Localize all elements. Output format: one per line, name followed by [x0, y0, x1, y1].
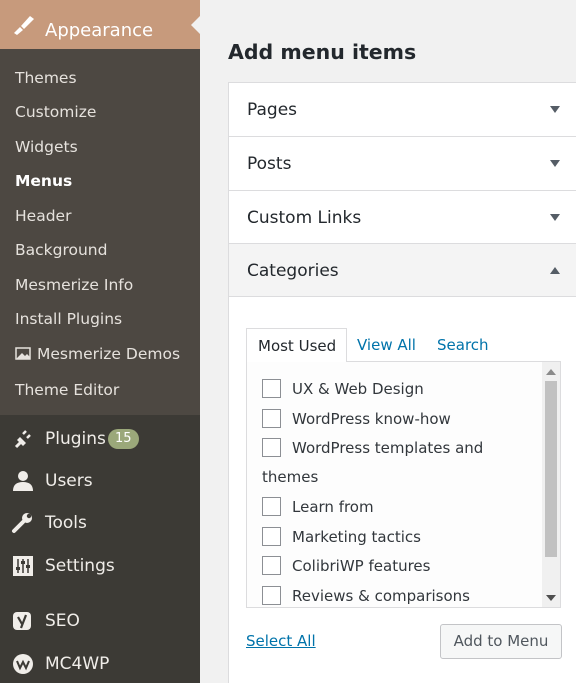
submenu-mesmerize-info[interactable]: Mesmerize Info — [15, 276, 133, 294]
mc4wp-icon — [13, 654, 33, 674]
demo-image-icon — [15, 347, 31, 360]
submenu-header[interactable]: Header — [15, 207, 71, 225]
list-item[interactable]: Marketing tactics — [262, 527, 421, 546]
scrollbar-thumb[interactable] — [545, 381, 557, 557]
user-icon — [13, 471, 33, 491]
yoast-icon — [13, 612, 31, 630]
scrollbar[interactable] — [542, 362, 560, 607]
checkbox[interactable] — [262, 556, 281, 575]
menu-users[interactable]: Users — [0, 461, 200, 501]
paintbrush-icon — [14, 16, 34, 35]
submenu-theme-editor[interactable]: Theme Editor — [15, 381, 119, 399]
add-to-menu-button[interactable]: Add to Menu — [440, 624, 562, 659]
menu-users-label: Users — [45, 471, 93, 491]
menu-mc4wp[interactable]: MC4WP — [0, 644, 200, 683]
caret-up-icon — [550, 267, 560, 274]
menu-tools-label: Tools — [45, 513, 87, 533]
accordion-categories-label: Categories — [247, 261, 339, 281]
checkbox[interactable] — [262, 586, 281, 605]
accordion-custom-links-label: Custom Links — [247, 208, 362, 228]
plug-icon — [14, 430, 31, 449]
checkbox[interactable] — [262, 527, 281, 546]
appearance-submenu: Themes Customize Widgets Menus Header Ba… — [0, 49, 200, 415]
tab-search[interactable]: Search — [437, 336, 489, 354]
submenu-customize[interactable]: Customize — [15, 103, 96, 121]
submenu-themes[interactable]: Themes — [15, 69, 77, 87]
categories-body: Most Used View All Search UX & Web Desig… — [229, 297, 576, 683]
accordion-custom-links[interactable]: Custom Links — [229, 191, 576, 244]
menu-appearance[interactable]: Appearance — [0, 0, 200, 49]
list-item[interactable]: ColibriWP features — [262, 556, 430, 575]
list-item[interactable]: WordPress templates and — [262, 438, 483, 457]
menu-plugins[interactable]: Plugins 15 — [0, 419, 200, 459]
tab-most-used[interactable]: Most Used — [246, 328, 347, 362]
category-checklist[interactable]: UX & Web Design WordPress know-how WordP… — [246, 361, 561, 608]
checkbox[interactable] — [262, 497, 281, 516]
list-item[interactable]: Learn from — [262, 497, 374, 516]
submenu-widgets[interactable]: Widgets — [15, 138, 78, 156]
list-item-label-continuation: themes — [262, 468, 319, 486]
checkbox[interactable] — [262, 409, 281, 428]
select-all-link[interactable]: Select All — [246, 632, 316, 650]
list-item[interactable]: UX & Web Design — [262, 379, 424, 398]
list-item[interactable]: Reviews & comparisons — [262, 586, 470, 605]
add-menu-items-panel: Pages Posts Custom Links Categories Most… — [228, 82, 576, 683]
accordion-posts[interactable]: Posts — [229, 137, 576, 191]
wrench-icon — [12, 513, 32, 533]
scroll-down-icon[interactable] — [546, 595, 556, 601]
submenu-mesmerize-demos[interactable]: Mesmerize Demos — [15, 345, 180, 363]
checkbox[interactable] — [262, 379, 281, 398]
current-menu-arrow — [191, 16, 200, 34]
checkbox[interactable] — [262, 438, 281, 457]
menu-settings-label: Settings — [45, 556, 115, 576]
submenu-menus[interactable]: Menus — [15, 172, 72, 190]
submenu-mesmerize-demos-label: Mesmerize Demos — [37, 345, 181, 363]
submenu-install-plugins[interactable]: Install Plugins — [15, 310, 122, 328]
menu-settings[interactable]: Settings — [0, 546, 200, 586]
menu-seo-label: SEO — [45, 611, 80, 631]
menu-mc4wp-label: MC4WP — [45, 654, 110, 674]
caret-down-icon — [550, 106, 560, 113]
update-count-badge: 15 — [108, 429, 139, 449]
accordion-pages[interactable]: Pages — [229, 83, 576, 137]
admin-sidebar: Appearance Themes Customize Widgets Menu… — [0, 0, 200, 683]
accordion-posts-label: Posts — [247, 154, 292, 174]
menu-appearance-label: Appearance — [45, 20, 154, 41]
tab-view-all[interactable]: View All — [357, 336, 416, 354]
settings-sliders-icon — [13, 556, 33, 576]
caret-down-icon — [550, 214, 560, 221]
caret-down-icon — [550, 160, 560, 167]
submenu-background[interactable]: Background — [15, 241, 107, 259]
accordion-pages-label: Pages — [247, 100, 298, 120]
menu-seo[interactable]: SEO — [0, 601, 200, 641]
page-title: Add menu items — [228, 40, 417, 64]
accordion-categories[interactable]: Categories — [229, 244, 576, 297]
menu-tools[interactable]: Tools — [0, 503, 200, 543]
scroll-up-icon[interactable] — [546, 369, 556, 375]
menu-plugins-label: Plugins — [45, 429, 106, 449]
list-item[interactable]: WordPress know-how — [262, 409, 451, 428]
